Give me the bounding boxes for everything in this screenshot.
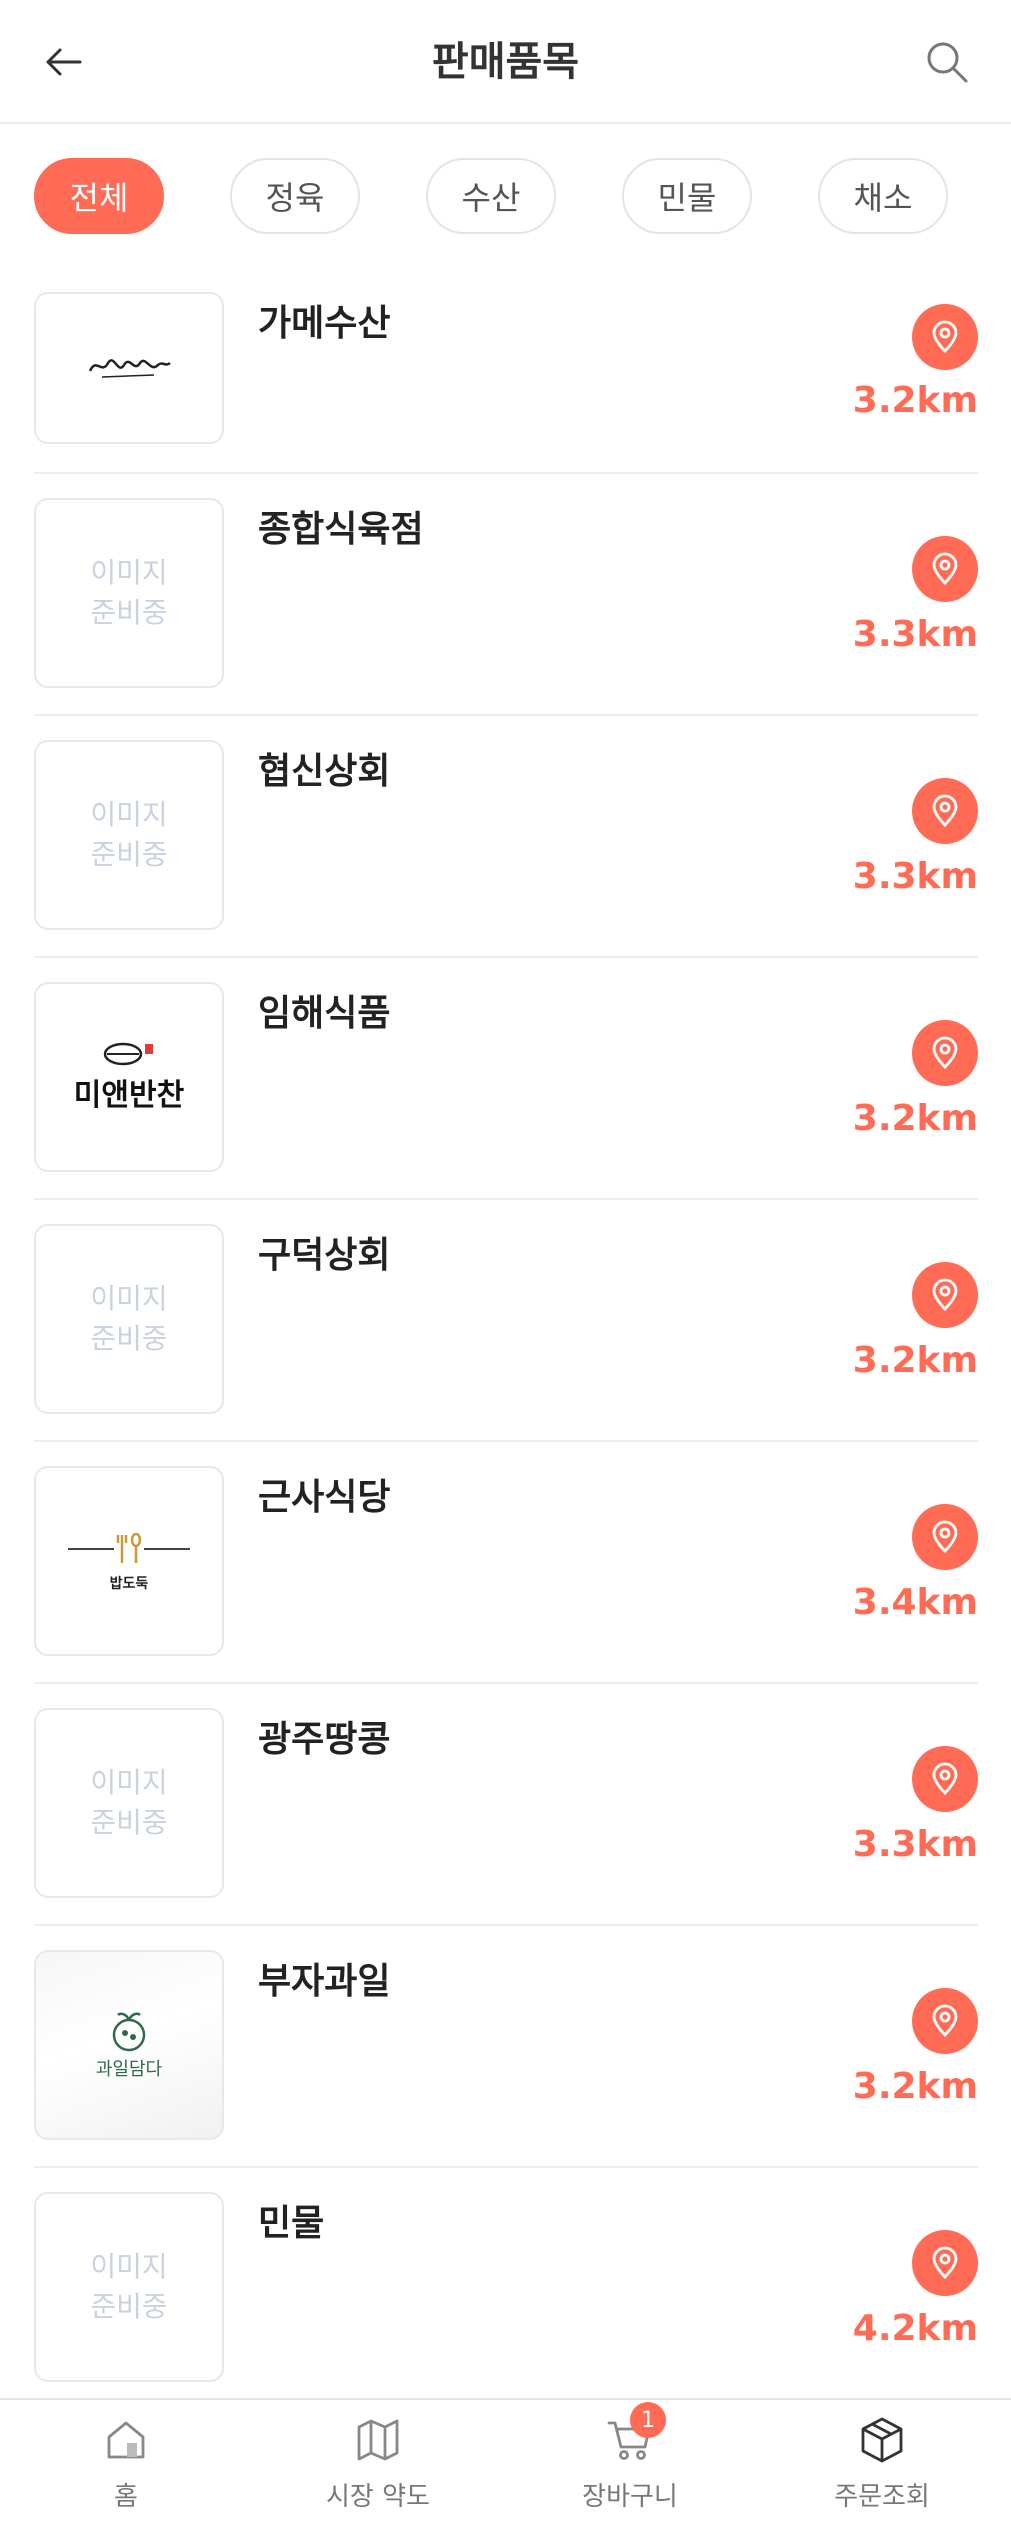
location-button[interactable]: [912, 1746, 978, 1812]
image-placeholder: 이미지 준비중: [90, 798, 168, 871]
location-button[interactable]: [912, 1262, 978, 1328]
top-app-bar: 판매품목: [0, 0, 1011, 124]
cart-count-badge: 1: [630, 2402, 666, 2438]
store-distance: 3.2km: [852, 380, 978, 421]
store-list: 가메수산 3.2km 이미지 준비중 종합식육점 3.3km 이미지 준비중 협신상…: [34, 268, 978, 2410]
store-distance: 3.3km: [852, 1824, 978, 1865]
store-logo: 미앤반찬: [74, 1040, 184, 1114]
home-icon: [107, 2421, 145, 2459]
store-thumbnail: 밥도둑: [34, 1466, 224, 1656]
search-button[interactable]: [919, 34, 975, 90]
map-pin-icon: [932, 320, 958, 353]
map-pin-icon: [932, 1036, 958, 1069]
tab-label: 시장 약도: [326, 2482, 430, 2512]
store-name: 협신상회: [258, 751, 391, 792]
store-distance: 3.3km: [852, 856, 978, 897]
category-filter: 전체 정육 수산 민물 채소: [34, 158, 994, 238]
store-distance: 3.2km: [852, 1340, 978, 1381]
store-distance: 3.4km: [852, 1582, 978, 1623]
list-item[interactable]: 이미지 준비중 민물 4.2km: [34, 2168, 978, 2410]
map-pin-icon: [932, 1278, 958, 1311]
tab-orders[interactable]: 주문조회: [756, 2410, 1008, 2520]
store-thumbnail: 이미지 준비중: [34, 498, 224, 688]
tab-label: 홈: [114, 2482, 138, 2512]
store-name: 종합식육점: [258, 509, 424, 550]
list-item[interactable]: 이미지 준비중 종합식육점 3.3km: [34, 474, 978, 716]
location-button[interactable]: [912, 304, 978, 370]
store-distance: 3.2km: [852, 1098, 978, 1139]
map-pin-icon: [932, 2004, 958, 2037]
location-button[interactable]: [912, 2230, 978, 2296]
map-pin-icon: [932, 552, 958, 585]
tab-cart[interactable]: 1 장바구니: [504, 2402, 756, 2520]
store-distance: 3.2km: [852, 2066, 978, 2107]
list-item[interactable]: 이미지 준비중 협신상회 3.3km: [34, 716, 978, 958]
image-placeholder: 이미지 준비중: [90, 2250, 168, 2323]
list-item[interactable]: 과일담다 부자과일 3.2km: [34, 1926, 978, 2168]
store-distance: 4.2km: [852, 2308, 978, 2349]
map-pin-icon: [932, 1762, 958, 1795]
store-name: 부자과일: [258, 1961, 391, 2002]
list-item[interactable]: 가메수산 3.2km: [34, 268, 978, 474]
store-name: 민물: [258, 2203, 325, 2244]
tab-home[interactable]: 홈: [0, 2410, 252, 2520]
map-pin-icon: [932, 794, 958, 827]
chip-freshwater[interactable]: 민물: [622, 158, 752, 234]
map-pin-icon: [932, 2246, 958, 2279]
list-item[interactable]: 미앤반찬 임해식품 3.2km: [34, 958, 978, 1200]
box-icon: [861, 2417, 903, 2463]
list-item[interactable]: 이미지 준비중 구덕상회 3.2km: [34, 1200, 978, 1442]
store-distance: 3.3km: [852, 614, 978, 655]
image-placeholder: 이미지 준비중: [90, 1282, 168, 1355]
store-logo: [84, 345, 174, 391]
location-button[interactable]: [912, 1504, 978, 1570]
store-name: 구덕상회: [258, 1235, 391, 1276]
store-thumbnail: 미앤반찬: [34, 982, 224, 1172]
store-thumbnail: 이미지 준비중: [34, 740, 224, 930]
tab-market-map[interactable]: 시장 약도: [252, 2410, 504, 2520]
location-button[interactable]: [912, 1020, 978, 1086]
chip-vegetable[interactable]: 채소: [818, 158, 948, 234]
store-thumbnail: 이미지 준비중: [34, 1708, 224, 1898]
store-name: 근사식당: [258, 1477, 391, 1518]
search-icon: [927, 42, 968, 83]
list-item[interactable]: 이미지 준비중 광주땅콩 3.3km: [34, 1684, 978, 1926]
location-button[interactable]: [912, 536, 978, 602]
store-name: 임해식품: [258, 993, 391, 1034]
bottom-tab-bar: 홈 시장 약도 1 장바구니 주문조회: [0, 2398, 1011, 2522]
image-placeholder: 이미지 준비중: [90, 556, 168, 629]
store-thumbnail: [34, 292, 224, 444]
chip-all[interactable]: 전체: [34, 158, 164, 234]
location-button[interactable]: [912, 1988, 978, 2054]
store-name: 가메수산: [258, 303, 391, 344]
chip-meat[interactable]: 정육: [230, 158, 360, 234]
chip-seafood[interactable]: 수산: [426, 158, 556, 234]
tab-label: 주문조회: [834, 2482, 930, 2512]
map-icon: [357, 2419, 399, 2461]
map-pin-icon: [932, 1520, 958, 1553]
store-thumbnail: 과일담다: [34, 1950, 224, 2140]
store-thumbnail: 이미지 준비중: [34, 2192, 224, 2382]
tab-label: 장바구니: [582, 2482, 678, 2512]
store-logo: 밥도둑: [36, 1529, 222, 1593]
store-thumbnail: 이미지 준비중: [34, 1224, 224, 1414]
list-item[interactable]: 밥도둑 근사식당 3.4km: [34, 1442, 978, 1684]
store-logo: 과일담다: [96, 2009, 162, 2081]
page-title: 판매품목: [431, 39, 580, 85]
store-name: 광주땅콩: [258, 1719, 391, 1760]
location-button[interactable]: [912, 778, 978, 844]
image-placeholder: 이미지 준비중: [90, 1766, 168, 1839]
